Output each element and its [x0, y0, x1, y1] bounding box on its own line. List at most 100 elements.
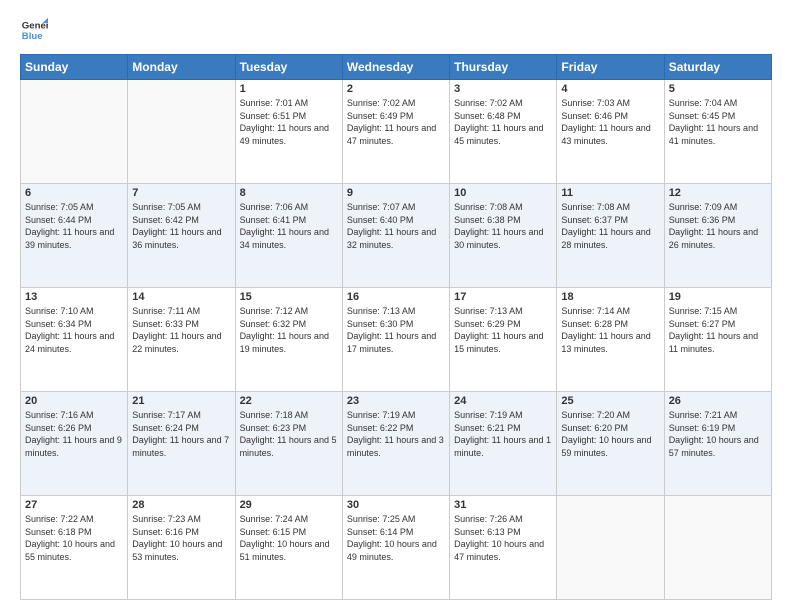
day-info: Sunrise: 7:12 AM Sunset: 6:32 PM Dayligh…: [240, 305, 338, 355]
day-info: Sunrise: 7:19 AM Sunset: 6:22 PM Dayligh…: [347, 409, 445, 459]
day-info: Sunrise: 7:05 AM Sunset: 6:44 PM Dayligh…: [25, 201, 123, 251]
day-number: 7: [132, 187, 230, 199]
calendar-week-row: 1 Sunrise: 7:01 AM Sunset: 6:51 PM Daylig…: [21, 80, 772, 184]
day-number: 29: [240, 499, 338, 511]
calendar-cell: 13Sunrise: 7:10 AM Sunset: 6:34 PM Dayli…: [21, 288, 128, 392]
day-info: Sunrise: 7:13 AM Sunset: 6:29 PM Dayligh…: [454, 305, 552, 355]
day-info: Sunrise: 7:23 AM Sunset: 6:16 PM Dayligh…: [132, 513, 230, 563]
weekday-header-cell: Monday: [128, 55, 235, 80]
day-number: 5: [669, 83, 767, 95]
logo: General Blue: [20, 16, 48, 44]
day-info: Sunrise: 7:09 AM Sunset: 6:36 PM Dayligh…: [669, 201, 767, 251]
calendar-cell: 12 Sunrise: 7:09 AM Sunset: 6:36 PM Dayli…: [664, 184, 771, 288]
calendar-cell: 21 Sunrise: 7:17 AM Sunset: 6:24 PM Dayli…: [128, 392, 235, 496]
calendar-cell: 24 Sunrise: 7:19 AM Sunset: 6:21 PM Dayli…: [450, 392, 557, 496]
calendar-cell: 22 Sunrise: 7:18 AM Sunset: 6:23 PM Dayli…: [235, 392, 342, 496]
calendar-cell: 29 Sunrise: 7:24 AM Sunset: 6:15 PM Dayli…: [235, 496, 342, 600]
calendar-cell: 30 Sunrise: 7:25 AM Sunset: 6:14 PM Dayli…: [342, 496, 449, 600]
weekday-header-row: SundayMondayTuesdayWednesdayThursdayFrid…: [21, 55, 772, 80]
day-number: 8: [240, 187, 338, 199]
logo-icon: General Blue: [20, 16, 48, 44]
page: General Blue SundayMondayTuesdayWednesda…: [0, 0, 792, 612]
day-info: Sunrise: 7:01 AM Sunset: 6:51 PM Dayligh…: [240, 97, 338, 147]
calendar-cell: 6 Sunrise: 7:05 AM Sunset: 6:44 PM Daylig…: [21, 184, 128, 288]
day-info: Sunrise: 7:08 AM Sunset: 6:37 PM Dayligh…: [561, 201, 659, 251]
day-number: 25: [561, 395, 659, 407]
day-info: Sunrise: 7:06 AM Sunset: 6:41 PM Dayligh…: [240, 201, 338, 251]
day-number: 27: [25, 499, 123, 511]
day-info: Sunrise: 7:17 AM Sunset: 6:24 PM Dayligh…: [132, 409, 230, 459]
calendar-cell: 2Sunrise: 7:02 AM Sunset: 6:49 PM Daylig…: [342, 80, 449, 184]
day-info: Sunrise: 7:16 AM Sunset: 6:26 PM Dayligh…: [25, 409, 123, 459]
calendar-cell: 27 Sunrise: 7:22 AM Sunset: 6:18 PM Dayli…: [21, 496, 128, 600]
calendar-cell: [21, 80, 128, 184]
day-number: 4: [561, 83, 659, 95]
day-number: 12: [669, 187, 767, 199]
day-number: 19: [669, 291, 767, 303]
day-number: 28: [132, 499, 230, 511]
day-number: 21: [132, 395, 230, 407]
calendar-cell: 16Sunrise: 7:13 AM Sunset: 6:30 PM Dayli…: [342, 288, 449, 392]
day-number: 24: [454, 395, 552, 407]
day-info: Sunrise: 7:08 AM Sunset: 6:38 PM Dayligh…: [454, 201, 552, 251]
day-number: 1: [240, 83, 338, 95]
weekday-header-cell: Tuesday: [235, 55, 342, 80]
day-number: 13: [25, 291, 123, 303]
day-info: Sunrise: 7:02 AM Sunset: 6:49 PM Dayligh…: [347, 97, 445, 147]
calendar-body: 1 Sunrise: 7:01 AM Sunset: 6:51 PM Daylig…: [21, 80, 772, 600]
calendar-week-row: 20 Sunrise: 7:16 AM Sunset: 6:26 PM Dayli…: [21, 392, 772, 496]
day-info: Sunrise: 7:02 AM Sunset: 6:48 PM Dayligh…: [454, 97, 552, 147]
day-info: Sunrise: 7:19 AM Sunset: 6:21 PM Dayligh…: [454, 409, 552, 459]
calendar-cell: [128, 80, 235, 184]
day-number: 3: [454, 83, 552, 95]
day-info: Sunrise: 7:26 AM Sunset: 6:13 PM Dayligh…: [454, 513, 552, 563]
calendar-cell: 8 Sunrise: 7:06 AM Sunset: 6:41 PM Daylig…: [235, 184, 342, 288]
day-info: Sunrise: 7:18 AM Sunset: 6:23 PM Dayligh…: [240, 409, 338, 459]
calendar-cell: 1 Sunrise: 7:01 AM Sunset: 6:51 PM Daylig…: [235, 80, 342, 184]
day-info: Sunrise: 7:25 AM Sunset: 6:14 PM Dayligh…: [347, 513, 445, 563]
day-number: 15: [240, 291, 338, 303]
day-number: 10: [454, 187, 552, 199]
day-number: 9: [347, 187, 445, 199]
calendar-cell: 17 Sunrise: 7:13 AM Sunset: 6:29 PM Dayli…: [450, 288, 557, 392]
day-number: 18: [561, 291, 659, 303]
day-info: Sunrise: 7:14 AM Sunset: 6:28 PM Dayligh…: [561, 305, 659, 355]
weekday-header-cell: Sunday: [21, 55, 128, 80]
day-number: 22: [240, 395, 338, 407]
day-info: Sunrise: 7:13 AM Sunset: 6:30 PM Dayligh…: [347, 305, 445, 355]
day-info: Sunrise: 7:15 AM Sunset: 6:27 PM Dayligh…: [669, 305, 767, 355]
day-info: Sunrise: 7:11 AM Sunset: 6:33 PM Dayligh…: [132, 305, 230, 355]
calendar-week-row: 27 Sunrise: 7:22 AM Sunset: 6:18 PM Dayli…: [21, 496, 772, 600]
weekday-header-cell: Friday: [557, 55, 664, 80]
day-info: Sunrise: 7:20 AM Sunset: 6:20 PM Dayligh…: [561, 409, 659, 459]
day-number: 20: [25, 395, 123, 407]
calendar-cell: 20 Sunrise: 7:16 AM Sunset: 6:26 PM Dayli…: [21, 392, 128, 496]
day-info: Sunrise: 7:22 AM Sunset: 6:18 PM Dayligh…: [25, 513, 123, 563]
day-number: 31: [454, 499, 552, 511]
calendar-week-row: 13Sunrise: 7:10 AM Sunset: 6:34 PM Dayli…: [21, 288, 772, 392]
day-number: 11: [561, 187, 659, 199]
calendar-cell: [557, 496, 664, 600]
day-number: 6: [25, 187, 123, 199]
header: General Blue: [20, 16, 772, 44]
weekday-header-cell: Thursday: [450, 55, 557, 80]
svg-text:Blue: Blue: [22, 31, 43, 42]
day-info: Sunrise: 7:05 AM Sunset: 6:42 PM Dayligh…: [132, 201, 230, 251]
day-number: 30: [347, 499, 445, 511]
calendar-cell: 9Sunrise: 7:07 AM Sunset: 6:40 PM Daylig…: [342, 184, 449, 288]
day-number: 17: [454, 291, 552, 303]
calendar-cell: 18 Sunrise: 7:14 AM Sunset: 6:28 PM Dayli…: [557, 288, 664, 392]
day-number: 26: [669, 395, 767, 407]
calendar-cell: 26 Sunrise: 7:21 AM Sunset: 6:19 PM Dayli…: [664, 392, 771, 496]
calendar-cell: 25 Sunrise: 7:20 AM Sunset: 6:20 PM Dayli…: [557, 392, 664, 496]
day-info: Sunrise: 7:21 AM Sunset: 6:19 PM Dayligh…: [669, 409, 767, 459]
day-info: Sunrise: 7:04 AM Sunset: 6:45 PM Dayligh…: [669, 97, 767, 147]
calendar-cell: 28 Sunrise: 7:23 AM Sunset: 6:16 PM Dayli…: [128, 496, 235, 600]
calendar-cell: 4Sunrise: 7:03 AM Sunset: 6:46 PM Daylig…: [557, 80, 664, 184]
calendar-cell: [664, 496, 771, 600]
calendar-cell: 7 Sunrise: 7:05 AM Sunset: 6:42 PM Daylig…: [128, 184, 235, 288]
day-info: Sunrise: 7:24 AM Sunset: 6:15 PM Dayligh…: [240, 513, 338, 563]
calendar-cell: 14Sunrise: 7:11 AM Sunset: 6:33 PM Dayli…: [128, 288, 235, 392]
calendar-cell: 19 Sunrise: 7:15 AM Sunset: 6:27 PM Dayli…: [664, 288, 771, 392]
calendar-cell: 23Sunrise: 7:19 AM Sunset: 6:22 PM Dayli…: [342, 392, 449, 496]
